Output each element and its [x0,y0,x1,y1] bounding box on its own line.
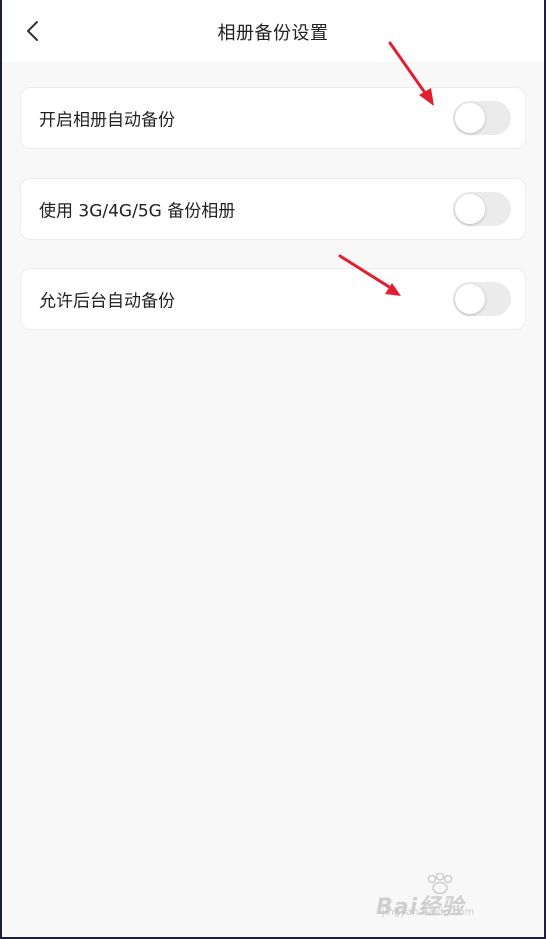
annotation-arrow-icon [338,254,401,296]
settings-screen: 相册备份设置 开启相册自动备份 使用 3G/4G/5G 备份相册 允许后台自动备… [2,0,544,937]
annotation-arrow-icon [388,41,434,106]
toggle-knob [455,194,485,224]
toggle-knob [455,103,485,133]
toggle-mobile-data[interactable] [453,192,511,226]
setting-row-auto-backup: 开启相册自动备份 [20,87,526,149]
setting-row-background-backup: 允许后台自动备份 [20,268,526,330]
toggle-background-backup[interactable] [453,282,511,316]
page-title: 相册备份设置 [217,23,329,44]
toggle-knob [455,284,485,314]
setting-label-auto-backup: 开启相册自动备份 [39,110,175,131]
header-bar: 相册备份设置 [2,0,544,62]
watermark-url: jingyan.baidu.com [382,907,475,918]
setting-row-mobile-data: 使用 3G/4G/5G 备份相册 [20,178,526,240]
setting-label-mobile-data: 使用 3G/4G/5G 备份相册 [39,201,236,222]
toggle-auto-backup[interactable] [453,101,511,135]
setting-label-background-backup: 允许后台自动备份 [39,291,175,312]
baidu-jingyan-watermark: Bai经验 jingyan.baidu.com [376,873,516,920]
